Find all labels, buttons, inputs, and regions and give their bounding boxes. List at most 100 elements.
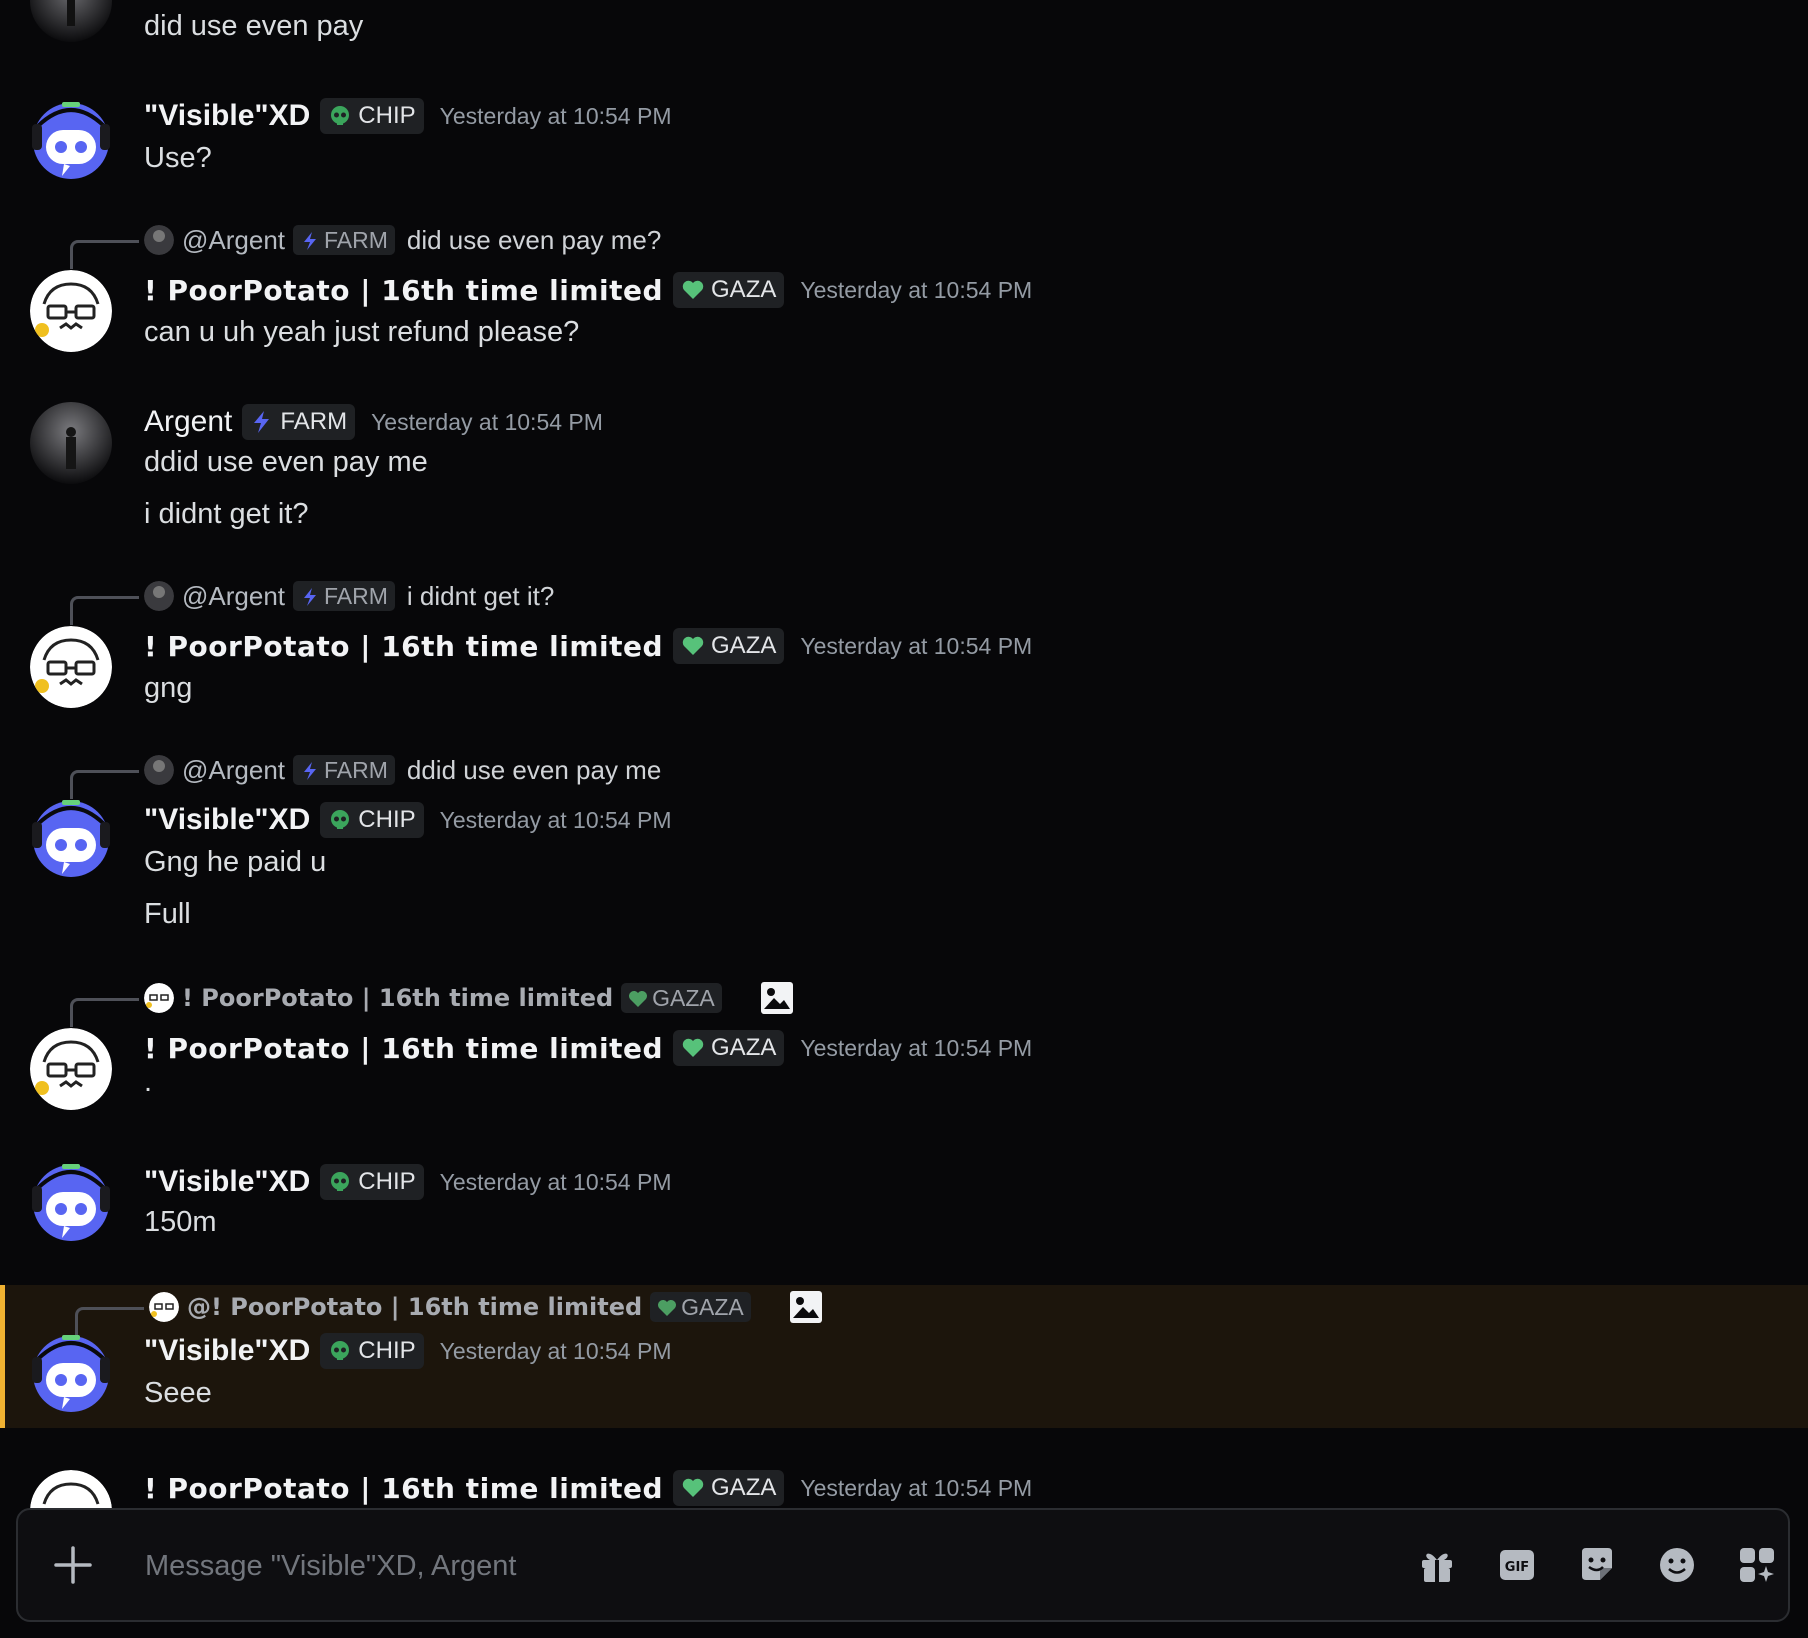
message-text: i didnt get it? <box>144 498 309 530</box>
reply-role-tag-label: FARM <box>324 756 388 783</box>
skull-icon <box>328 1339 352 1363</box>
reply-avatar <box>144 755 174 785</box>
timestamp: Yesterday at 10:54 PM <box>800 1474 1033 1501</box>
timestamp: Yesterday at 10:54 PM <box>371 408 603 435</box>
avatar-visible[interactable] <box>26 794 116 884</box>
username[interactable]: ! PoorPotato | 16th time limited <box>144 1032 663 1065</box>
reply-mention[interactable]: @Argent <box>182 225 285 256</box>
role-tag-label: FARM <box>280 408 348 435</box>
gif-icon: GIF <box>1500 1550 1534 1580</box>
timestamp: Yesterday at 10:54 PM <box>439 806 672 833</box>
avatar-poorpotato[interactable] <box>30 1028 112 1110</box>
message-input[interactable] <box>143 1536 1347 1596</box>
timestamp: Yesterday at 10:54 PM <box>439 1337 672 1364</box>
reply-connector <box>70 596 139 625</box>
role-tag[interactable]: FARM <box>242 404 356 440</box>
heart-icon <box>681 634 705 658</box>
username[interactable]: "Visible"XD <box>144 803 310 837</box>
reply-mention[interactable]: @Argent <box>182 755 285 786</box>
gift-button[interactable] <box>1416 1544 1458 1586</box>
message-item: @Argent FARM i didnt get it? ! PoorPotat… <box>0 578 1808 718</box>
lightning-icon <box>300 230 320 250</box>
reply-mention[interactable]: @Argent <box>182 581 285 612</box>
reply-author[interactable]: ! PoorPotato | 16th time limited <box>182 984 613 1012</box>
message-text: Gng he paid u <box>144 846 327 878</box>
apps-icon <box>1740 1548 1774 1582</box>
message-item: did use even pay <box>0 0 1808 60</box>
username[interactable]: "Visible"XD <box>144 99 310 133</box>
chat-messages: did use even pay "Visible"XD CHIP Yester… <box>0 0 1808 1638</box>
role-tag[interactable]: GAZA <box>673 1470 785 1506</box>
username[interactable]: ! PoorPotato | 16th time limited <box>144 630 663 663</box>
message-item: @Argent FARM did use even pay me? ! Poor… <box>0 222 1808 362</box>
role-tag[interactable]: CHIP <box>320 1164 424 1200</box>
avatar-poorpotato[interactable] <box>30 626 112 708</box>
role-tag[interactable]: CHIP <box>320 98 424 134</box>
image-icon[interactable] <box>760 981 794 1015</box>
message-text: Full <box>144 898 191 930</box>
reply-mention[interactable]: @! PoorPotato | 16th time limited <box>187 1293 642 1321</box>
role-tag[interactable]: GAZA <box>673 272 785 308</box>
avatar-visible[interactable] <box>26 1329 116 1419</box>
reply-role-tag-label: GAZA <box>652 984 715 1011</box>
avatar-visible[interactable] <box>26 1158 116 1248</box>
role-tag[interactable]: GAZA <box>673 628 785 664</box>
reply-preview[interactable]: @Argent FARM ddid use even pay me <box>144 752 661 788</box>
emoji-button[interactable] <box>1656 1544 1698 1586</box>
reply-preview[interactable]: ! PoorPotato | 16th time limited GAZA <box>144 980 794 1016</box>
role-tag-label: CHIP <box>358 806 416 833</box>
reply-role-tag-label: FARM <box>324 226 388 253</box>
reply-preview[interactable]: @Argent FARM i didnt get it? <box>144 578 554 614</box>
timestamp: Yesterday at 10:54 PM <box>800 1034 1033 1061</box>
apps-button[interactable] <box>1736 1544 1778 1586</box>
message-item-highlighted: @! PoorPotato | 16th time limited GAZA "… <box>0 1285 1808 1428</box>
timestamp: Yesterday at 10:54 PM <box>439 1168 672 1195</box>
role-tag[interactable]: GAZA <box>673 1030 785 1066</box>
message-text: ddid use even pay me <box>144 446 428 478</box>
role-tag-label: GAZA <box>711 1034 777 1061</box>
gift-icon <box>1422 1553 1452 1582</box>
image-icon[interactable] <box>789 1290 823 1324</box>
role-tag-label: CHIP <box>358 102 416 129</box>
reply-avatar <box>144 225 174 255</box>
heart-icon <box>657 1297 677 1317</box>
username[interactable]: ! PoorPotato | 16th time limited <box>144 274 663 307</box>
message-item: ! PoorPotato | 16th time limited GAZA ! … <box>0 980 1808 1120</box>
reply-avatar <box>144 983 174 1013</box>
role-tag[interactable]: CHIP <box>320 802 424 838</box>
username[interactable]: Argent <box>144 405 232 439</box>
reply-preview[interactable]: @Argent FARM did use even pay me? <box>144 222 661 258</box>
reply-preview[interactable]: @! PoorPotato | 16th time limited GAZA <box>149 1289 823 1325</box>
reply-connector <box>70 240 139 269</box>
role-tag-label: GAZA <box>711 1474 777 1501</box>
heart-icon <box>628 988 648 1008</box>
avatar-poorpotato[interactable] <box>30 270 112 352</box>
message-text: gng <box>144 672 193 704</box>
emoji-icon <box>1660 1548 1694 1582</box>
svg-text:GIF: GIF <box>1505 1560 1529 1575</box>
role-tag-label: CHIP <box>358 1337 416 1364</box>
avatar-visible[interactable] <box>26 96 116 186</box>
message-text: Use? <box>144 142 212 174</box>
avatar-argent[interactable] <box>30 0 112 42</box>
skull-icon <box>328 104 352 128</box>
role-tag[interactable]: CHIP <box>320 1333 424 1369</box>
lightning-icon <box>300 760 320 780</box>
reply-role-tag: FARM <box>293 225 395 255</box>
add-attachment-button[interactable] <box>48 1540 98 1590</box>
reply-role-tag: FARM <box>293 755 395 785</box>
username[interactable]: "Visible"XD <box>144 1334 310 1368</box>
reply-text: did use even pay me? <box>406 224 662 255</box>
heart-icon <box>681 1036 705 1060</box>
sticker-button[interactable] <box>1576 1544 1618 1586</box>
avatar-argent[interactable] <box>30 402 112 484</box>
avatar-poorpotato[interactable] <box>30 1470 112 1508</box>
message-item: ! PoorPotato | 16th time limited GAZA Ye… <box>0 1466 1808 1508</box>
username[interactable]: "Visible"XD <box>144 1165 310 1199</box>
message-text: did use even pay <box>144 10 364 42</box>
reply-avatar <box>144 581 174 611</box>
gif-button[interactable]: GIF <box>1496 1544 1538 1586</box>
message-item: @Argent FARM ddid use even pay me "Visib… <box>0 752 1808 942</box>
username[interactable]: ! PoorPotato | 16th time limited <box>144 1472 663 1505</box>
lightning-icon <box>250 410 274 434</box>
